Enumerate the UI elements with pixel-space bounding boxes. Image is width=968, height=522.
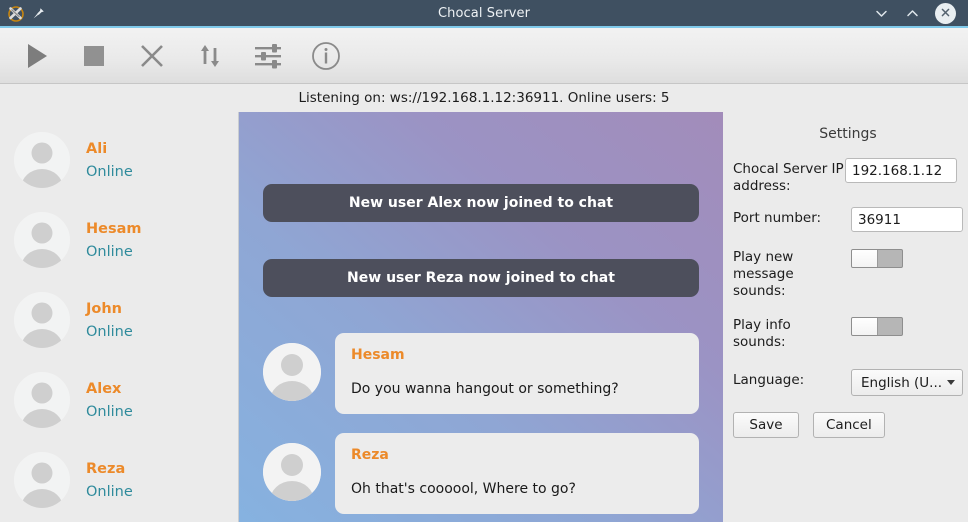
save-button[interactable]: Save xyxy=(733,412,799,438)
message-text: Do you wanna hangout or something? xyxy=(351,381,619,397)
message-sender: Reza xyxy=(351,447,389,463)
window-controls xyxy=(873,2,968,24)
message-text: Oh that's coooool, Where to go? xyxy=(351,481,576,497)
user-status: Online xyxy=(86,483,133,500)
user-status: Online xyxy=(86,243,133,260)
ip-address-label: Chocal Server IP address: xyxy=(733,161,844,194)
user-list: Ali Online Hesam Online John Online Alex… xyxy=(0,112,239,522)
maximize-button[interactable] xyxy=(904,5,921,22)
user-status: Online xyxy=(86,163,133,180)
message-bubble: Hesam Do you wanna hangout or something? xyxy=(335,333,699,414)
user-meta: Reza Online xyxy=(86,461,133,500)
setting-ip-address: Chocal Server IP address: xyxy=(733,158,963,195)
x-icon xyxy=(135,39,169,73)
avatar xyxy=(14,372,70,428)
transfer-button[interactable] xyxy=(188,34,232,78)
user-status: Online xyxy=(86,323,133,340)
avatar xyxy=(14,292,70,348)
setting-message-sounds: Play new message sounds: xyxy=(733,246,963,300)
language-label: Language: xyxy=(733,372,805,388)
user-list-item[interactable]: Hesam Online xyxy=(0,200,238,280)
sliders-icon xyxy=(251,39,285,73)
user-name: Alex xyxy=(86,380,122,397)
message-sounds-label: Play new message sounds: xyxy=(733,249,794,299)
info-sounds-label: Play info sounds: xyxy=(733,317,791,350)
chat-message: Hesam Do you wanna hangout or something? xyxy=(263,333,699,414)
user-meta: Hesam Online xyxy=(86,221,142,260)
toggle-knob xyxy=(852,250,878,267)
message-sender: Hesam xyxy=(351,347,405,363)
message-bubble: Reza Oh that's coooool, Where to go? xyxy=(335,433,699,514)
language-select-value: English (U... xyxy=(861,374,943,391)
toolbar xyxy=(0,28,968,84)
minimize-button[interactable] xyxy=(873,5,890,22)
avatar xyxy=(263,443,321,501)
pin-icon[interactable] xyxy=(31,6,46,21)
user-meta: Alex Online xyxy=(86,381,133,420)
status-text: Listening on: ws://192.168.1.12:36911. O… xyxy=(298,90,670,106)
close-icon xyxy=(939,4,952,23)
user-name: Ali xyxy=(86,140,108,157)
status-bar: Listening on: ws://192.168.1.12:36911. O… xyxy=(0,84,968,112)
user-list-item[interactable]: Reza Online xyxy=(0,440,238,520)
app-window: Chocal Server Listening on: ws://192.168… xyxy=(0,0,968,522)
user-list-item[interactable]: Alex Online xyxy=(0,360,238,440)
port-number-label: Port number: xyxy=(733,210,822,226)
setting-info-sounds: Play info sounds: xyxy=(733,314,963,351)
user-name: Reza xyxy=(86,460,126,477)
port-number-input[interactable] xyxy=(851,207,963,232)
stop-square-icon xyxy=(77,39,111,73)
user-status: Online xyxy=(86,403,133,420)
avatar xyxy=(263,343,321,401)
ip-address-input[interactable] xyxy=(845,158,957,183)
window-title: Chocal Server xyxy=(437,6,531,21)
settings-button[interactable] xyxy=(246,34,290,78)
user-meta: John Online xyxy=(86,301,133,340)
chevron-down-icon xyxy=(947,380,955,385)
chat-panel[interactable]: New user Alex now joined to chat New use… xyxy=(239,112,723,522)
cancel-button[interactable]: Cancel xyxy=(813,412,885,438)
settings-title: Settings xyxy=(819,126,877,142)
chocal-logo-icon xyxy=(7,4,25,22)
start-server-button[interactable] xyxy=(14,34,58,78)
message-sounds-toggle[interactable] xyxy=(851,249,903,268)
info-button[interactable] xyxy=(304,34,348,78)
avatar xyxy=(14,212,70,268)
chat-message-list: New user Alex now joined to chat New use… xyxy=(239,184,723,522)
info-circle-icon xyxy=(309,39,343,73)
up-down-arrows-icon xyxy=(193,39,227,73)
system-message: New user Alex now joined to chat xyxy=(263,184,699,222)
user-list-item[interactable]: John Online xyxy=(0,280,238,360)
toggle-knob xyxy=(852,318,878,335)
language-select[interactable]: English (U... xyxy=(851,369,963,396)
setting-port-number: Port number: xyxy=(733,207,963,232)
titlebar-left-icons xyxy=(0,4,120,22)
settings-panel: Settings Chocal Server IP address: Port … xyxy=(723,112,968,522)
system-message: New user Reza now joined to chat xyxy=(263,259,699,297)
user-name: Hesam xyxy=(86,220,142,237)
title-bar: Chocal Server xyxy=(0,0,968,28)
main-area: Ali Online Hesam Online John Online Alex… xyxy=(0,112,968,522)
user-name: John xyxy=(86,300,123,317)
settings-buttons: Save Cancel xyxy=(733,412,963,438)
avatar xyxy=(14,132,70,188)
stop-server-button[interactable] xyxy=(72,34,116,78)
close-button[interactable] xyxy=(935,2,956,24)
user-list-item[interactable]: Ali Online xyxy=(0,120,238,200)
close-server-button[interactable] xyxy=(130,34,174,78)
chat-message: Reza Oh that's coooool, Where to go? xyxy=(263,433,699,514)
play-icon xyxy=(19,39,53,73)
setting-language: Language: English (U... xyxy=(733,369,963,396)
user-meta: Ali Online xyxy=(86,141,133,180)
info-sounds-toggle[interactable] xyxy=(851,317,903,336)
avatar xyxy=(14,452,70,508)
